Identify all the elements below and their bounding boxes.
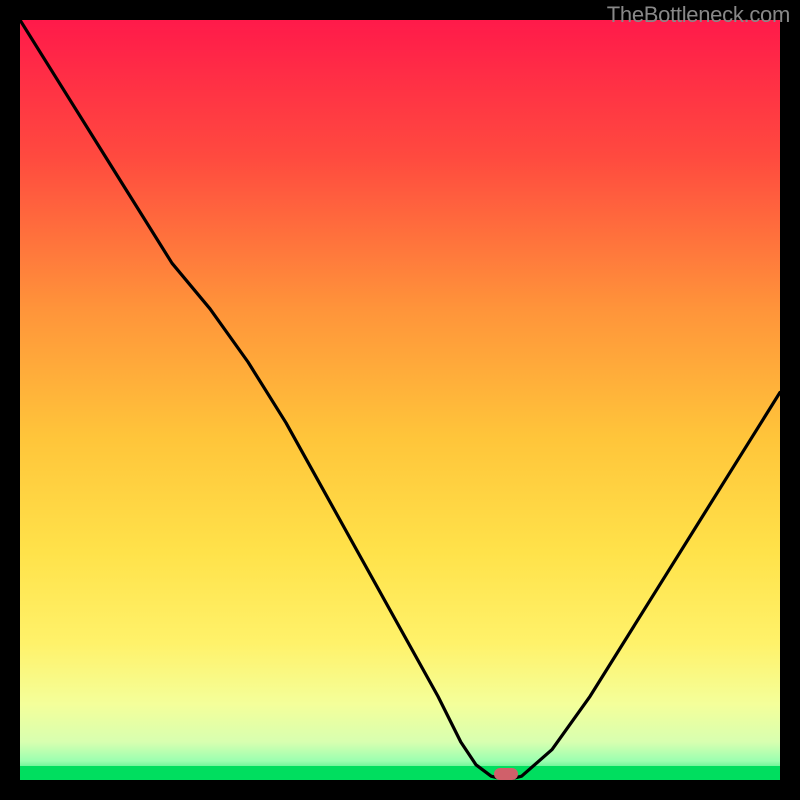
bottleneck-curve <box>20 20 780 780</box>
chart-container: TheBottleneck.com <box>0 0 800 800</box>
watermark-text: TheBottleneck.com <box>607 2 790 28</box>
optimum-marker <box>494 768 518 780</box>
plot-area <box>20 20 780 780</box>
